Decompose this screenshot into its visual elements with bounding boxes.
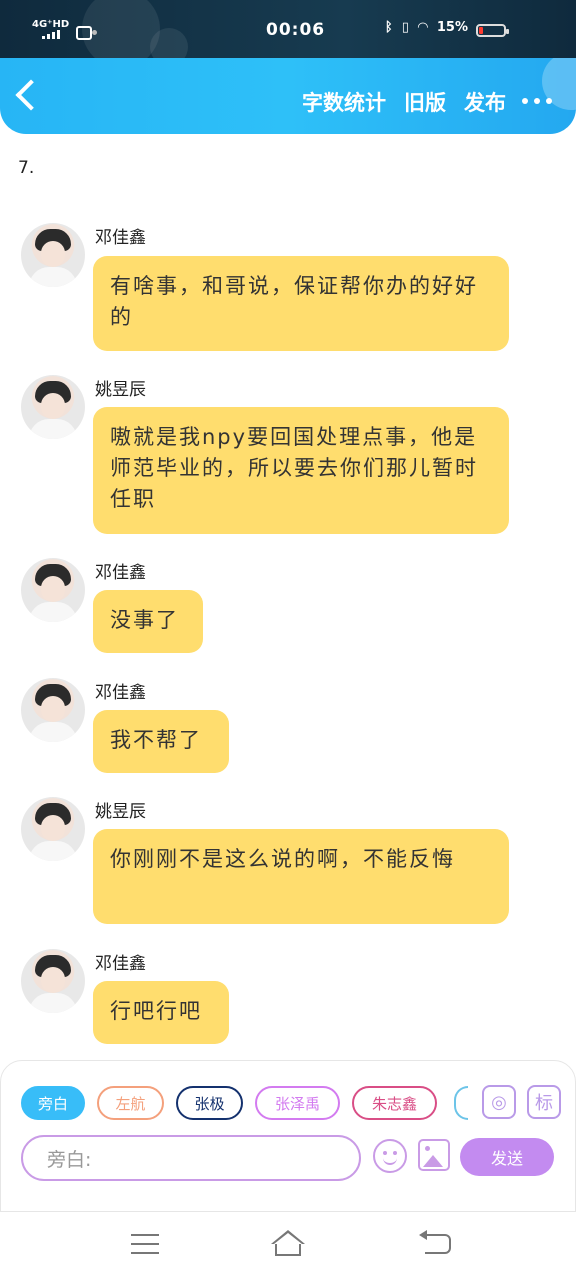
sender-name: 姚昱辰 [95, 380, 146, 400]
send-button[interactable]: 发送 [460, 1138, 554, 1176]
more-dots-icon[interactable] [522, 98, 552, 104]
vibrate-icon: ▯ [401, 20, 409, 35]
role-chip[interactable]: 左航 [97, 1086, 164, 1120]
avatar[interactable] [21, 558, 85, 622]
message-bubble[interactable]: 嗷就是我npy要回国处理点事，他是师范毕业的，所以要去你们那儿暂时任职 [93, 407, 509, 534]
role-chip[interactable]: 朱志鑫 [352, 1086, 437, 1120]
message-input[interactable]: 旁白: [21, 1135, 361, 1181]
sender-name: 邓佳鑫 [95, 954, 146, 974]
back-chevron-icon[interactable] [15, 79, 47, 111]
message-bubble[interactable]: 有啥事，和哥说，保证帮你办的好好的 [93, 256, 509, 351]
role-chip-overflow[interactable] [454, 1086, 468, 1120]
chat-message[interactable]: 邓佳鑫 没事了 [0, 558, 576, 654]
back-icon[interactable] [419, 1230, 451, 1254]
avatar[interactable] [21, 223, 85, 287]
sender-name: 邓佳鑫 [95, 683, 146, 703]
sender-name: 邓佳鑫 [95, 563, 146, 583]
chat-message[interactable]: 邓佳鑫 有啥事，和哥说，保证帮你办的好好的 [0, 223, 576, 353]
image-icon[interactable] [418, 1139, 450, 1171]
message-bubble[interactable]: 没事了 [93, 590, 203, 653]
emoji-icon[interactable] [373, 1139, 407, 1173]
role-chip[interactable]: 张泽禹 [255, 1086, 340, 1120]
battery-icon [476, 24, 509, 37]
avatar[interactable] [21, 949, 85, 1013]
message-bubble[interactable]: 行吧行吧 [93, 981, 229, 1044]
word-count-button[interactable]: 字数统计 [302, 87, 386, 117]
role-chip[interactable]: 张极 [176, 1086, 243, 1120]
avatar[interactable] [21, 797, 85, 861]
system-nav-bar [0, 1212, 576, 1280]
avatar[interactable] [21, 375, 85, 439]
role-chips: 旁白 左航 张极 张泽禹 朱志鑫 [21, 1086, 437, 1120]
tag-icon[interactable]: 标 [527, 1085, 561, 1119]
sender-name: 邓佳鑫 [95, 228, 146, 248]
role-chip-narrator[interactable]: 旁白 [21, 1086, 85, 1120]
status-dot-icon [92, 30, 97, 35]
menu-icon[interactable] [131, 1234, 159, 1254]
status-bar: 4G⁺HD 00:06 ᛒ ▯ ◠ 15% [0, 0, 576, 58]
composer-panel: 旁白 左航 张极 张泽禹 朱志鑫 ◎ 标 旁白: 发送 [0, 1060, 576, 1212]
nav-actions: 字数统计 旧版 发布 [302, 87, 506, 117]
publish-button[interactable]: 发布 [464, 87, 506, 117]
chat-message[interactable]: 邓佳鑫 我不帮了 [0, 678, 576, 774]
sender-name: 姚昱辰 [95, 802, 146, 822]
battery-percent: 15% [436, 20, 468, 35]
network-type: 4G⁺HD [32, 19, 70, 30]
wifi-icon: ◠ [417, 20, 428, 35]
message-bubble[interactable]: 你刚刚不是这么说的啊，不能反悔 [93, 829, 509, 924]
signal-icon [42, 30, 60, 39]
top-nav-bar: 字数统计 旧版 发布 [0, 58, 576, 134]
old-version-button[interactable]: 旧版 [404, 87, 446, 117]
role-icon[interactable]: ◎ [482, 1085, 516, 1119]
home-icon[interactable] [271, 1230, 305, 1260]
chat-message[interactable]: 姚昱辰 你刚刚不是这么说的啊，不能反悔 [0, 797, 576, 925]
clock: 00:06 [266, 20, 326, 40]
message-bubble[interactable]: 我不帮了 [93, 710, 229, 773]
avatar[interactable] [21, 678, 85, 742]
chapter-label: 7. [18, 158, 35, 178]
vpn-icon [76, 26, 92, 40]
chat-message[interactable]: 邓佳鑫 行吧行吧 [0, 949, 576, 1045]
chat-message[interactable]: 姚昱辰 嗷就是我npy要回国处理点事，他是师范毕业的，所以要去你们那儿暂时任职 [0, 375, 576, 535]
bluetooth-icon: ᛒ [384, 20, 393, 35]
